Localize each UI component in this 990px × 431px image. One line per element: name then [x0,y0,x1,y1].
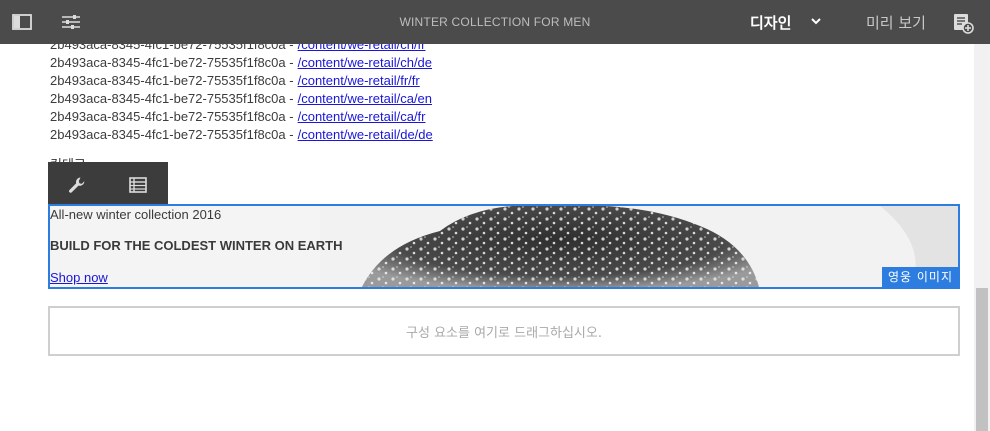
language-copy-list: 2b493aca-8345-4fc1-be72-75535f1f8c0a -/c… [50,44,433,144]
page-title: WINTER COLLECTION FOR MEN [399,15,591,29]
page-canvas: 2b493aca-8345-4fc1-be72-75535f1f8c0a -/c… [0,44,974,431]
preview-button[interactable]: 미리 보기 [866,12,926,33]
component-type-badge: 영웅 이미지 [881,267,958,287]
shop-now-link[interactable]: Shop now [50,270,108,285]
sliders-icon[interactable] [60,12,82,32]
content-link[interactable]: /content/we-retail/ch/de [298,55,432,70]
hero-background-image [320,206,958,287]
hero-image-component[interactable]: All-new winter collection 2016 BUILD FOR… [48,204,960,289]
list-item: 2b493aca-8345-4fc1-be72-75535f1f8c0a -/c… [50,55,433,70]
annotation-icon[interactable] [952,12,974,34]
content-link[interactable]: /content/we-retail/ch/fr [298,44,426,52]
component-toolbar [48,162,168,206]
list-item: 2b493aca-8345-4fc1-be72-75535f1f8c0a -/c… [50,109,426,124]
component-dropzone[interactable]: 구성 요소를 여기로 드래그하십시오. [48,306,960,356]
list-item: 2b493aca-8345-4fc1-be72-75535f1f8c0a -/c… [50,127,433,142]
sidebar-panel-icon[interactable] [11,12,33,32]
content-link[interactable]: /content/we-retail/fr/fr [298,73,420,88]
dropzone-label: 구성 요소를 여기로 드래그하십시오. [406,325,602,341]
list-item: 2b493aca-8345-4fc1-be72-75535f1f8c0a -/c… [50,91,433,106]
content-link[interactable]: /content/we-retail/ca/fr [298,109,426,124]
list-item: 2b493aca-8345-4fc1-be72-75535f1f8c0a -/c… [50,73,420,88]
hero-heading: BUILD FOR THE COLDEST WINTER ON EARTH [50,238,343,253]
mode-selector-label[interactable]: 디자인 [750,12,791,33]
wrench-icon[interactable] [66,174,88,196]
chevron-down-icon[interactable] [810,14,822,28]
list-item: 2b493aca-8345-4fc1-be72-75535f1f8c0a -/c… [50,44,433,54]
table-icon[interactable] [127,174,149,196]
content-link[interactable]: /content/we-retail/ca/en [298,91,432,106]
scrollbar-thumb[interactable] [976,288,988,431]
editor-topbar: WINTER COLLECTION FOR MEN 디자인 미리 보기 [0,0,990,44]
hero-subtitle: All-new winter collection 2016 [50,207,222,222]
content-link[interactable]: /content/we-retail/de/de [298,127,433,142]
